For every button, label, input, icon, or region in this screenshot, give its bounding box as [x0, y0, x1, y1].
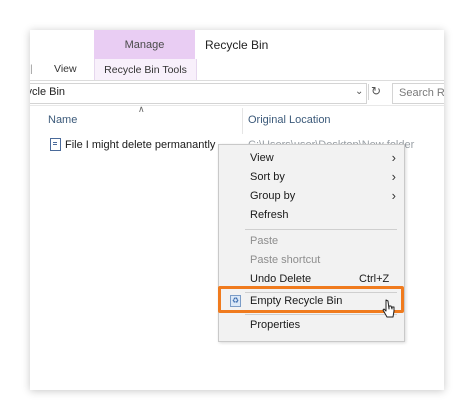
- column-header-name[interactable]: Name: [48, 114, 77, 126]
- menu-item-label: Paste shortcut: [250, 254, 321, 266]
- chevron-right-icon: ›: [391, 169, 396, 184]
- menu-item-group-by[interactable]: Group by ›: [219, 187, 404, 206]
- menu-item-label: Properties: [250, 319, 301, 331]
- ribbon: | View Manage Recycle Bin Tools Recycle …: [30, 30, 444, 81]
- menu-item-refresh[interactable]: Refresh: [219, 206, 404, 225]
- tab-manage[interactable]: Manage: [94, 30, 195, 59]
- file-icon: [50, 138, 61, 151]
- chevron-right-icon: ›: [391, 150, 396, 165]
- explorer-window: | View Manage Recycle Bin Tools Recycle …: [30, 30, 444, 390]
- search-input[interactable]: Search Re: [392, 83, 444, 104]
- menu-item-shortcut: Ctrl+Z: [359, 273, 390, 285]
- address-row: cycle Bin ⌄ ↻ Search Re: [30, 81, 444, 106]
- menu-item-paste-shortcut[interactable]: Paste shortcut: [219, 251, 404, 270]
- highlight-frame: [218, 286, 404, 313]
- menu-item-label: Sort by: [250, 171, 285, 183]
- column-header-original-location[interactable]: Original Location: [248, 114, 331, 126]
- column-divider[interactable]: [242, 108, 243, 134]
- menu-item-properties[interactable]: Properties: [219, 316, 404, 335]
- menu-item-view[interactable]: View ›: [219, 149, 404, 168]
- menu-separator: [245, 229, 397, 230]
- mouse-cursor-icon: [382, 299, 395, 318]
- ribbon-tab-separator: |: [30, 63, 33, 75]
- menu-item-label: View: [250, 152, 274, 164]
- address-bar[interactable]: [30, 83, 367, 104]
- tab-recycle-bin-tools[interactable]: Recycle Bin Tools: [94, 59, 197, 80]
- menu-item-paste[interactable]: Paste: [219, 232, 404, 251]
- address-path[interactable]: cycle Bin: [30, 86, 65, 98]
- tab-view[interactable]: View: [54, 63, 77, 75]
- menu-item-label: Paste: [250, 235, 279, 247]
- refresh-icon[interactable]: ↻: [368, 84, 383, 100]
- menu-separator: [245, 314, 397, 315]
- chevron-down-icon[interactable]: ⌄: [355, 86, 363, 97]
- chevron-right-icon: ›: [391, 188, 396, 203]
- window-title: Recycle Bin: [205, 38, 269, 52]
- menu-item-sort-by[interactable]: Sort by ›: [219, 168, 404, 187]
- menu-item-label: Group by: [250, 190, 296, 202]
- search-placeholder: Search Re: [399, 87, 444, 99]
- menu-item-label: Refresh: [250, 209, 289, 221]
- sort-ascending-icon: ∧: [138, 104, 145, 114]
- menu-item-label: Undo Delete: [250, 273, 312, 285]
- file-name[interactable]: File I might delete permanantly: [65, 139, 215, 151]
